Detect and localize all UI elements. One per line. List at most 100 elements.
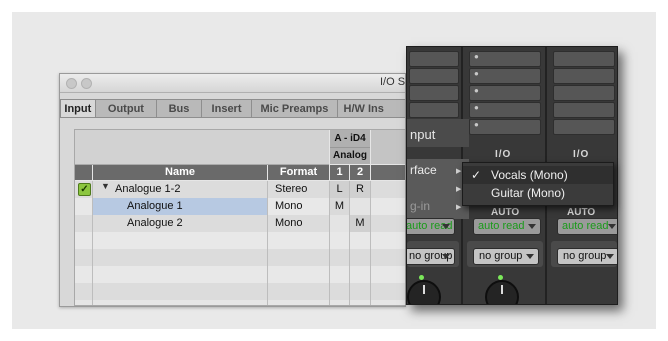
channel-1-assignment[interactable]: L <box>330 181 349 198</box>
title-bar: I/O S <box>60 74 405 93</box>
row-name: Analogue 2 <box>127 217 183 229</box>
input-menu-title: nput <box>410 127 436 142</box>
minimize-window-button[interactable] <box>81 78 92 89</box>
input-submenu: ✓ Vocals (Mono) Guitar (Mono) <box>462 162 614 206</box>
insert-slot[interactable] <box>553 119 615 135</box>
dropdown-caret-icon <box>606 254 614 259</box>
submenu-arrow-icon: ▶ <box>456 186 462 193</box>
row-name: Analogue 1 <box>127 200 183 212</box>
insert-slot[interactable]: ● <box>469 102 541 118</box>
table-row <box>75 249 405 266</box>
name-column-header: Name <box>93 165 267 180</box>
submenu-item-vocals[interactable]: ✓ Vocals (Mono) <box>463 166 613 184</box>
insert-slot[interactable] <box>409 68 459 84</box>
channel-2-assignment[interactable] <box>350 198 370 215</box>
tab-insert[interactable]: Insert <box>200 99 253 118</box>
insert-slot[interactable]: ● <box>469 119 541 135</box>
insert-slot[interactable]: ● <box>469 51 541 67</box>
io-label: I/O <box>495 149 512 160</box>
channel-2-header: 2 <box>350 165 370 180</box>
automation-mode-button[interactable]: auto read <box>473 218 541 235</box>
insert-slot[interactable]: ● <box>469 85 541 101</box>
slot-dot-icon: ● <box>474 120 479 129</box>
column-divider <box>349 181 350 305</box>
knob-indicator <box>501 285 503 294</box>
automation-mode-label: auto read <box>562 220 609 232</box>
column-divider <box>267 181 268 305</box>
insert-slot[interactable] <box>409 85 459 101</box>
grid-header-right <box>371 130 405 164</box>
row-format: Stereo <box>275 183 308 195</box>
insert-slot[interactable] <box>553 85 615 101</box>
row-format: Mono <box>275 200 303 212</box>
close-window-button[interactable] <box>66 78 77 89</box>
column-divider <box>329 181 330 305</box>
slot-dot-icon: ● <box>474 69 479 78</box>
insert-slot[interactable] <box>409 51 459 67</box>
insert-slot[interactable] <box>553 51 615 67</box>
insert-slot[interactable] <box>409 102 459 118</box>
io-label: I/O <box>573 149 590 160</box>
table-row[interactable]: Analogue 2 Mono M <box>75 215 405 232</box>
submenu-arrow-icon: ▶ <box>456 204 462 211</box>
tab-bus[interactable]: Bus <box>156 99 202 118</box>
automation-mode-label: auto read <box>478 220 525 232</box>
checkmark-icon: ✓ <box>471 168 482 182</box>
tab-input[interactable]: Input <box>60 99 96 118</box>
automation-mode-button[interactable]: auto read <box>557 218 617 235</box>
format-column-header: Format <box>268 165 329 180</box>
analog-header: Analog <box>330 148 370 164</box>
enable-checkbox[interactable]: ✓ <box>78 183 91 196</box>
table-row[interactable]: ✓ ▼ Analogue 1-2 Stereo L R <box>75 181 405 198</box>
table-row <box>75 266 405 283</box>
channel-1-header: 1 <box>330 165 349 180</box>
submenu-item-guitar[interactable]: Guitar (Mono) <box>463 184 613 202</box>
slot-dot-icon: ● <box>474 103 479 112</box>
window-title: I/O S <box>380 76 406 88</box>
tab-divider <box>60 117 405 118</box>
tab-mic-preamps[interactable]: Mic Preamps <box>251 99 338 118</box>
pan-knob[interactable] <box>407 280 441 304</box>
group-label: no group <box>479 250 523 262</box>
auto-label: AUTO <box>567 207 596 218</box>
input-grid: A - iD4 Analog Name Format 1 2 ✓ ▼ Analo… <box>74 129 405 306</box>
dropdown-caret-icon <box>608 224 616 229</box>
row-name: Analogue 1-2 <box>115 183 181 195</box>
insert-slot[interactable] <box>553 102 615 118</box>
auto-label: AUTO <box>491 207 520 218</box>
expand-triangle-icon[interactable]: ▼ <box>101 181 110 191</box>
slot-dot-icon: ● <box>474 52 479 61</box>
tab-hw-inserts[interactable]: H/W Ins <box>336 99 405 118</box>
insert-slot[interactable] <box>553 68 615 84</box>
slot-dot-icon: ● <box>474 86 479 95</box>
channel-1-assignment[interactable]: M <box>330 198 349 215</box>
menu-item-interface[interactable]: rface <box>410 163 437 177</box>
menu-item-plug-in[interactable]: g-in <box>410 199 430 213</box>
group-button[interactable]: no group <box>557 248 617 265</box>
submenu-arrow-icon: ▶ <box>456 168 462 175</box>
context-menu: rface ▶ ▶ g-in ▶ <box>407 159 469 219</box>
channel-2-assignment[interactable]: R <box>350 181 370 198</box>
io-setup-window: I/O S Input Output Bus Insert Mic Preamp… <box>59 73 406 307</box>
group-button[interactable]: no group <box>407 248 455 265</box>
automation-mode-button[interactable]: auto read <box>407 218 455 235</box>
submenu-item-label: Vocals (Mono) <box>491 168 568 182</box>
dropdown-caret-icon <box>442 254 450 259</box>
row-format: Mono <box>275 217 303 229</box>
group-button[interactable]: no group <box>473 248 539 265</box>
tab-output[interactable]: Output <box>94 99 158 118</box>
table-row <box>75 232 405 249</box>
insert-slot[interactable]: ● <box>469 68 541 84</box>
submenu-item-label: Guitar (Mono) <box>491 186 566 200</box>
tab-bar: Input Output Bus Insert Mic Preamps H/W … <box>60 99 405 118</box>
pan-knob[interactable] <box>485 280 519 304</box>
group-label: no group <box>563 250 607 262</box>
channel-2-assignment[interactable]: M <box>350 215 370 232</box>
table-row <box>75 283 405 300</box>
table-row[interactable]: Analogue 1 Mono M <box>75 198 405 215</box>
dropdown-caret-icon <box>526 254 534 259</box>
dropdown-caret-icon <box>442 224 450 229</box>
column-divider <box>92 181 93 305</box>
column-divider <box>370 181 371 305</box>
channel-1-assignment[interactable] <box>330 215 349 232</box>
